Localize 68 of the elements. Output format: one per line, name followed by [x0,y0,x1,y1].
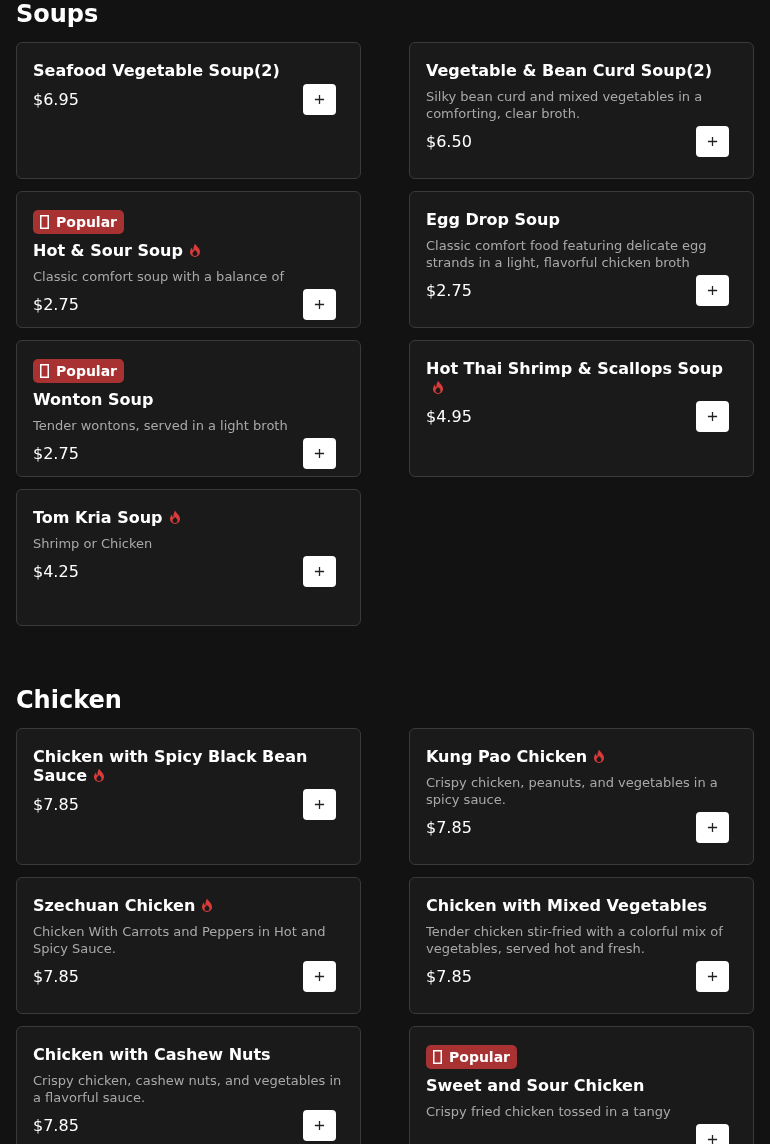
placeholder-glyph-icon [40,364,49,378]
dish-name: Tom Kria Soup [33,508,181,527]
add-button[interactable] [696,401,729,432]
plus-icon [314,799,325,810]
dish-price: $7.85 [33,1116,79,1135]
dish-name: Sweet and Sour Chicken [426,1076,645,1095]
plus-icon [314,448,325,459]
dish-price: $7.85 [33,967,79,986]
dish-name: Chicken with Mixed Vegetables [426,896,708,915]
badge-label: Popular [56,214,118,230]
dish-description: Chicken With Carrots and Peppers in Hot and Spicy Sauce. [33,923,327,957]
dish-name: Seafood Vegetable Soup(2) [33,61,280,80]
add-button[interactable] [303,789,336,820]
dish-price: $7.85 [426,818,472,837]
dish-price: $4.95 [426,407,472,426]
dish-name: Szechuan Chicken [33,896,214,915]
plus-icon [314,971,325,982]
dish-name: Hot Thai Shrimp & Scallops Soup [426,359,737,397]
badge-label: Popular [56,363,118,379]
dish-description: Crispy chicken, peanuts, and vegetables in a spicy sauce. [426,774,719,808]
add-button[interactable] [303,556,336,587]
add-button[interactable] [696,812,729,843]
dish-name: Kung Pao Chicken [426,747,606,766]
placeholder-glyph-icon [433,1050,442,1064]
plus-icon [707,1134,718,1144]
dish-description: Classic comfort food featuring delicate egg strands in a light, flavorful chicken broth [426,237,708,271]
placeholder-glyph-icon [40,215,49,229]
dish-name: Egg Drop Soup [426,210,560,229]
dish-name: Vegetable & Bean Curd Soup(2) [426,61,712,80]
dish-price: $7.85 [33,795,79,814]
dish-price: $6.50 [426,132,472,151]
section-heading: Chicken [16,686,122,714]
plus-icon [707,411,718,422]
plus-icon [707,136,718,147]
add-button[interactable] [303,438,336,469]
dish-description: Crispy chicken, cashew nuts, and vegetables in a flavorful sauce. [33,1072,343,1106]
dish-description: Classic comfort soup with a balance of [33,268,286,285]
add-button[interactable] [303,289,336,320]
plus-icon [707,285,718,296]
add-button[interactable] [303,961,336,992]
dish-name: Hot & Sour Soup [33,241,201,260]
dish-name: Wonton Soup [33,390,154,409]
add-button[interactable] [303,84,336,115]
dish-price: $2.75 [33,295,79,314]
plus-icon [314,299,325,310]
plus-icon [707,971,718,982]
section-heading: Soups [16,0,99,28]
dish-price: $2.75 [426,281,472,300]
dish-description: Tender chicken stir-fried with a colorful mix of vegetables, served hot and fresh. [426,923,724,957]
dish-price: $2.75 [33,444,79,463]
add-button[interactable] [303,1110,336,1141]
dish-name: Chicken with Spicy Black Bean Sauce [33,747,309,785]
plus-icon [314,94,325,105]
dish-description: Silky bean curd and mixed vegetables in a comforting, clear broth. [426,88,704,122]
plus-icon [707,822,718,833]
dish-price: $6.95 [33,90,79,109]
plus-icon [314,1120,325,1131]
plus-icon [314,566,325,577]
dish-price: $7.85 [426,967,472,986]
add-button[interactable] [696,961,729,992]
dish-price: $4.25 [33,562,79,581]
add-button[interactable] [696,275,729,306]
dish-description: Tender wontons, served in a light broth [33,417,289,434]
dish-name: Chicken with Cashew Nuts [33,1045,271,1064]
badge-label: Popular [449,1049,511,1065]
add-button[interactable] [696,126,729,157]
dish-description: Shrimp or Chicken [33,535,154,552]
dish-description: Crispy fried chicken tossed in a tangy [426,1103,672,1120]
